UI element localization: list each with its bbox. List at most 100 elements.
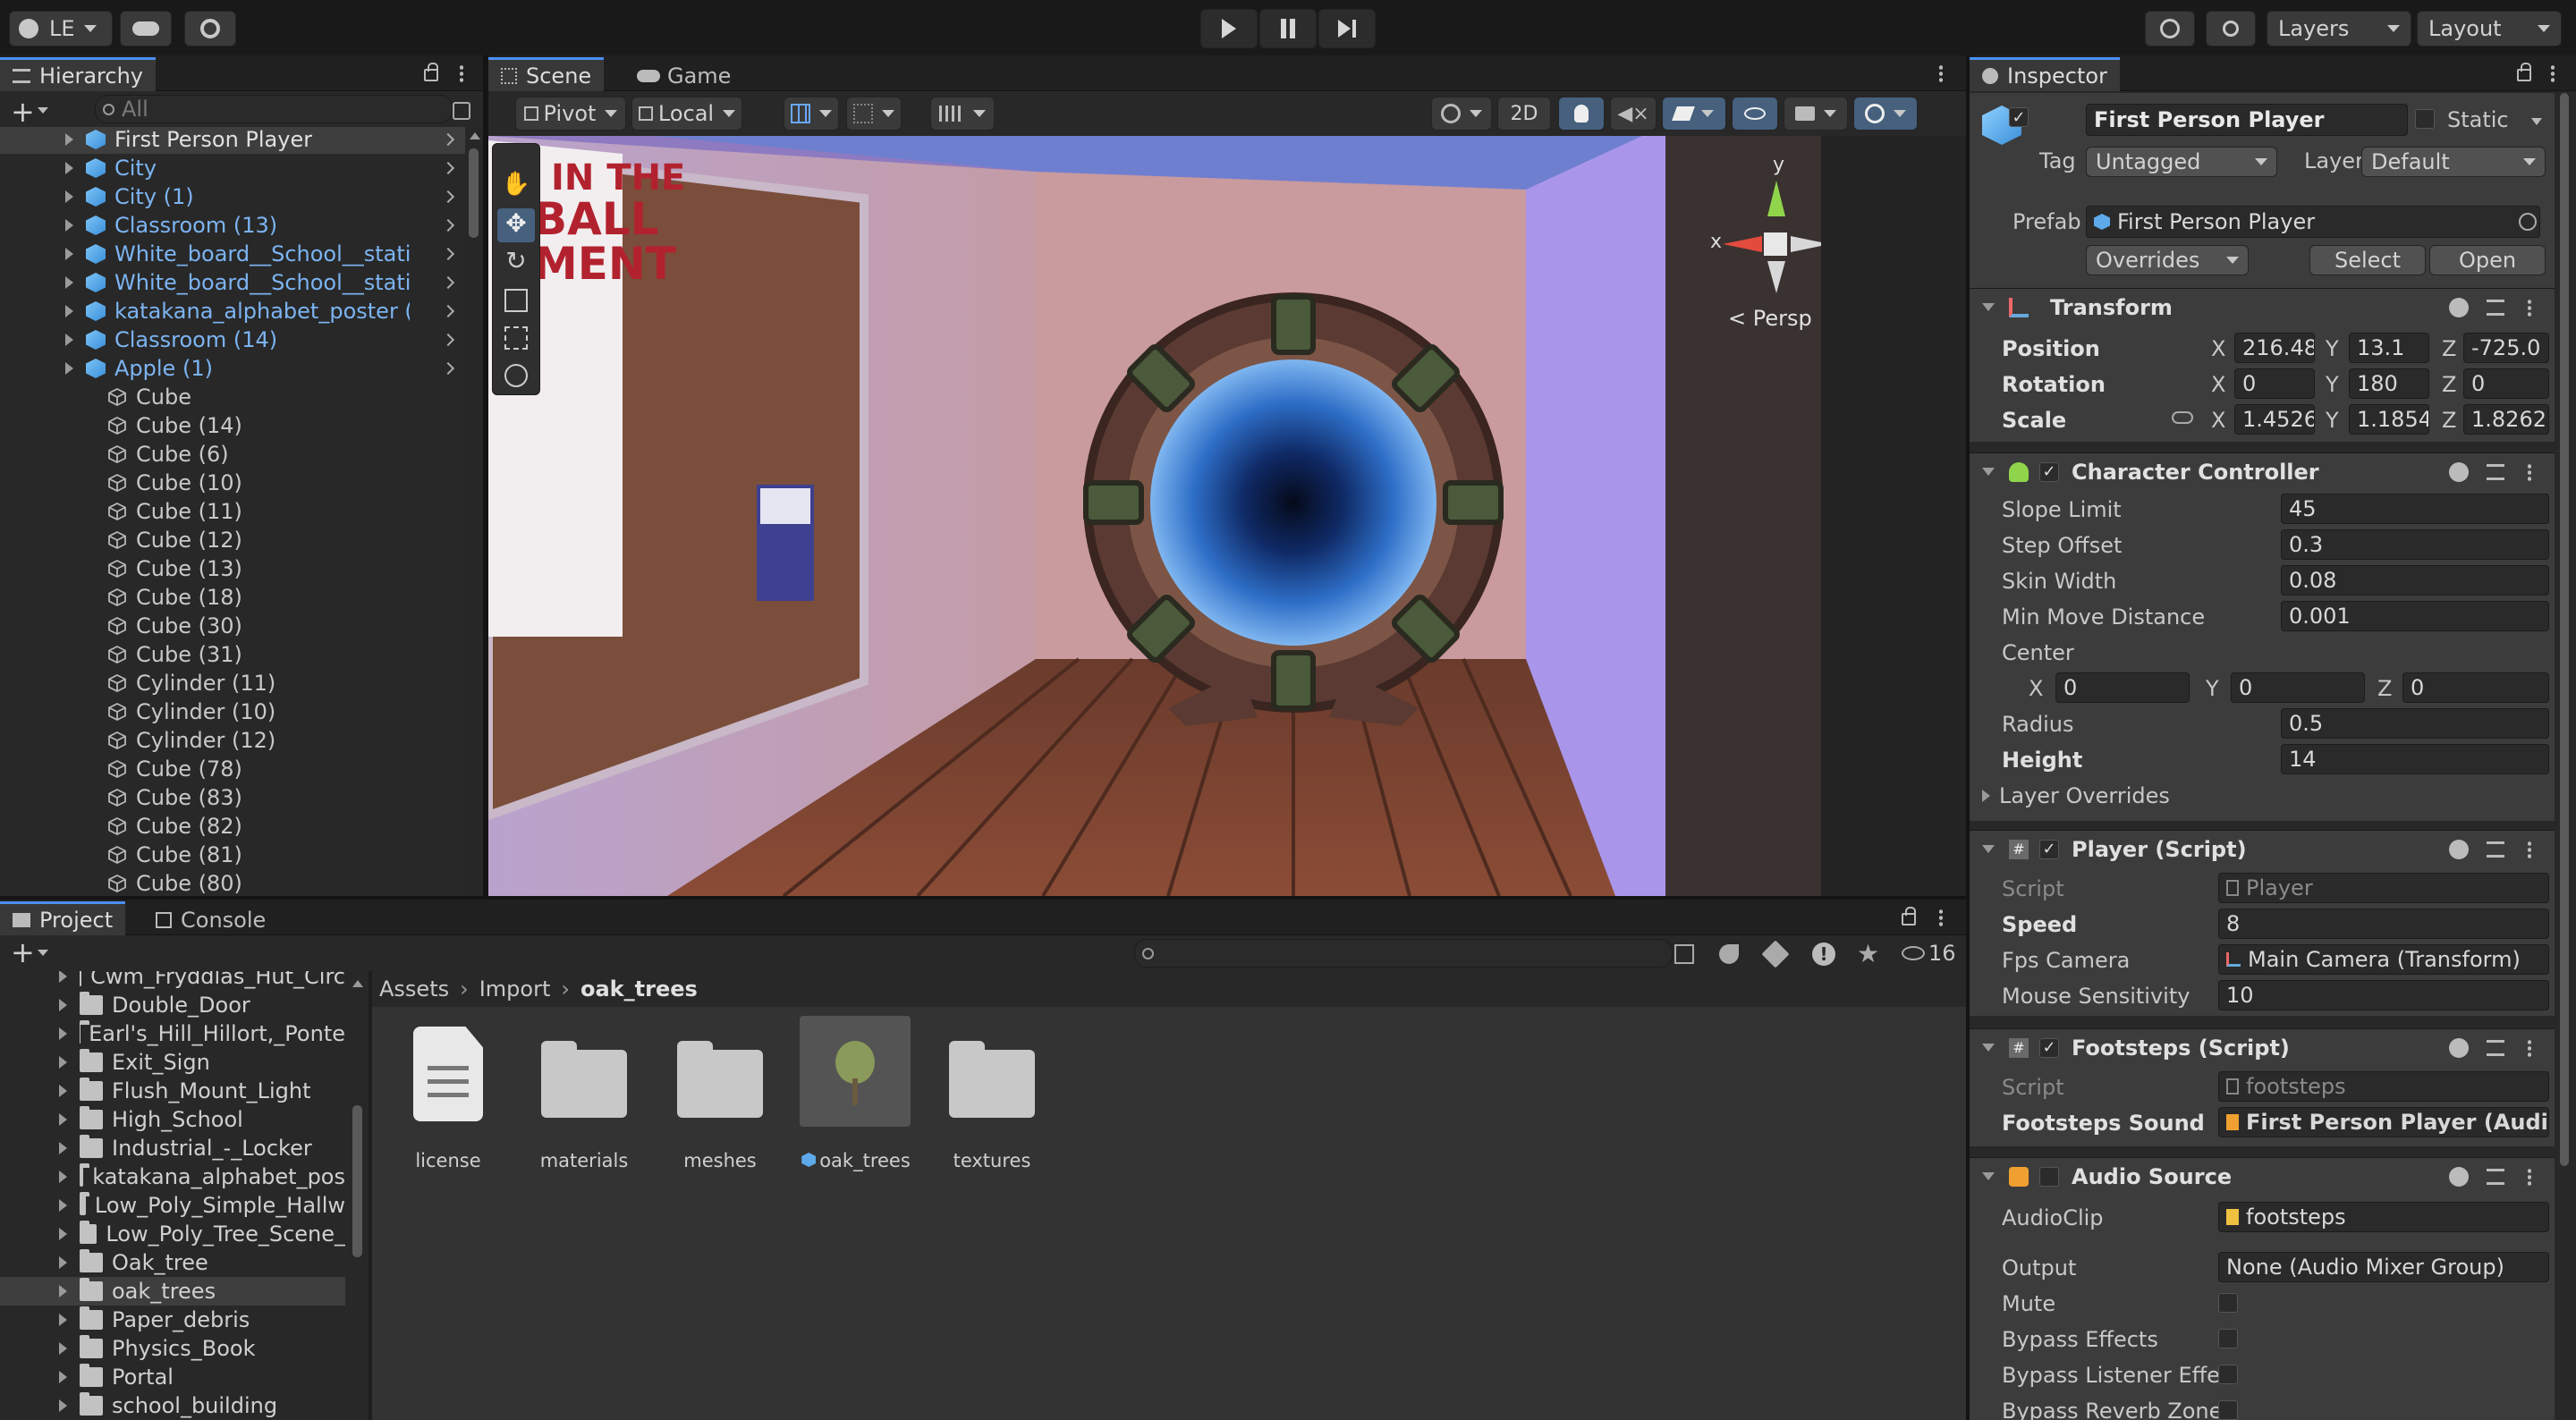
expand-arrow-icon[interactable] [59,1285,67,1297]
hierarchy-item[interactable]: Cube (10) [0,469,465,497]
audio-source-header[interactable]: Audio Source [1970,1157,2555,1195]
open-button[interactable]: Open [2429,245,2546,275]
audio-toggle[interactable]: ◀× [1610,97,1657,131]
hierarchy-item[interactable]: Cube (6) [0,440,465,469]
breadcrumb-assets[interactable]: Assets [379,976,449,1002]
pause-button[interactable] [1259,9,1317,48]
chevron-right-icon[interactable] [441,161,455,175]
project-tree-scrollbar[interactable] [349,971,367,1420]
scrollbar-thumb[interactable] [352,1105,362,1257]
expand-arrow-icon[interactable] [59,1056,67,1069]
presets-icon[interactable] [2487,300,2504,316]
scrollbar-thumb[interactable] [469,148,479,238]
project-folder-item[interactable]: Physics_Book [0,1334,345,1363]
audioclip-field[interactable]: footsteps [2218,1202,2549,1232]
chevron-right-icon[interactable] [441,132,455,147]
tab-game[interactable]: Game [624,57,743,91]
player-script-header[interactable]: # ✓ Player (Script) [1970,830,2555,867]
hierarchy-item[interactable]: City [0,154,465,182]
center-y-field[interactable]: 0 [2231,672,2365,703]
presets-icon[interactable] [2487,1040,2504,1056]
ruler-dropdown[interactable] [930,97,995,131]
footsteps-script-header[interactable]: # ✓ Footsteps (Script) [1970,1028,2555,1066]
project-folder-item[interactable]: Flush_Mount_Light [0,1077,345,1105]
scale-y-field[interactable]: 1.1854 [2349,404,2429,435]
tab-inspector[interactable]: Inspector [1970,57,2120,91]
hierarchy-item[interactable]: katakana_alphabet_poster (1) [0,297,465,325]
hierarchy-item[interactable]: Cylinder (11) [0,669,465,697]
expand-arrow-icon[interactable] [65,305,73,317]
rotation-z-field[interactable]: 0 [2463,368,2549,399]
active-checkbox[interactable]: ✓ [2009,107,2029,127]
character-controller-header[interactable]: ✓ Character Controller [1970,452,2555,490]
hierarchy-item[interactable]: Cube (30) [0,612,465,640]
hierarchy-item[interactable]: Cube [0,383,465,411]
project-search-input[interactable] [1134,939,1673,968]
cc-row-field[interactable]: 45 [2281,494,2549,524]
scroll-up-icon[interactable] [470,132,480,139]
create-plus-icon[interactable]: + [11,95,35,129]
account-dropdown[interactable]: LE [9,11,113,46]
scale-z-field[interactable]: 1.8262 [2463,404,2549,435]
presets-icon[interactable] [2487,841,2504,858]
mute-checkbox[interactable] [2218,1293,2238,1313]
speed-field[interactable]: 8 [2218,909,2549,939]
transform-tool[interactable] [504,364,528,387]
inspector-lock-icon[interactable] [2517,63,2531,81]
project-folder-item[interactable]: oak_trees [0,1277,345,1306]
object-picker-icon[interactable] [2519,213,2537,231]
bypass-listener-checkbox[interactable] [2218,1365,2238,1384]
player-script-enabled-checkbox[interactable]: ✓ [2039,839,2059,859]
expand-arrow-icon[interactable] [65,334,73,346]
layer-dropdown[interactable]: Default [2361,147,2546,177]
2d-toggle[interactable]: 2D [1497,97,1551,131]
mouse-sensitivity-field[interactable]: 10 [2218,980,2549,1010]
hierarchy-item[interactable]: Classroom (14) [0,325,465,354]
hierarchy-item[interactable]: White_board__School__stati [0,268,465,297]
tab-console[interactable]: Console [143,901,278,935]
help-icon[interactable] [2449,462,2469,482]
tab-hierarchy[interactable]: Hierarchy [0,57,157,91]
footsteps-script-enabled-checkbox[interactable]: ✓ [2039,1037,2059,1058]
character-controller-enabled-checkbox[interactable]: ✓ [2039,461,2059,482]
inspector-scrollbar[interactable] [2556,93,2572,1166]
help-icon[interactable] [2449,1167,2469,1187]
foldout-arrow-icon[interactable] [1982,468,1995,476]
rotation-x-field[interactable]: 0 [2234,368,2315,399]
expand-arrow-icon[interactable] [59,999,67,1011]
chevron-right-icon[interactable] [441,361,455,376]
move-tool[interactable]: ✥ [497,208,535,242]
lighting-toggle[interactable] [1558,97,1605,131]
scale-x-field[interactable]: 1.4526 [2234,404,2315,435]
presets-icon[interactable] [2487,1169,2504,1185]
camera-dropdown[interactable] [1784,97,1848,131]
gizmos-dropdown[interactable] [1853,97,1918,131]
hierarchy-item[interactable]: Cube (83) [0,783,465,812]
warning-filter-icon[interactable]: ! [1812,942,1835,966]
hierarchy-item[interactable]: City (1) [0,182,465,211]
hierarchy-item[interactable]: Apple (1) [0,354,465,383]
position-x-field[interactable]: 216.48 [2234,333,2315,363]
height-field[interactable]: 14 [2281,744,2549,774]
project-folder-item[interactable]: Low_Poly_Simple_Hallw [0,1191,345,1220]
expand-arrow-icon[interactable] [59,1399,67,1412]
component-menu-icon[interactable] [2528,463,2531,481]
tag-dropdown[interactable]: Untagged [2086,147,2277,177]
chevron-right-icon[interactable] [441,218,455,232]
chevron-right-icon[interactable] [441,333,455,347]
asset-textures[interactable]: textures [925,1016,1059,1171]
asset-license[interactable]: license [381,1016,515,1171]
project-folder-item[interactable]: Earl's_Hill_Hillort,_Ponte [0,1019,345,1048]
project-folder-item[interactable]: Paper_debris [0,1306,345,1334]
favorite-icon[interactable]: ★ [1857,939,1879,968]
draw-mode-dropdown[interactable] [1431,97,1492,131]
hierarchy-item[interactable]: Classroom (13) [0,211,465,240]
footsteps-sound-field[interactable]: First Person Player (Audi [2218,1107,2549,1137]
filter-label-icon[interactable] [1761,940,1790,968]
radius-field[interactable]: 0.5 [2281,708,2549,739]
project-folder-item[interactable]: katakana_alphabet_pos [0,1162,345,1191]
help-icon[interactable] [2449,1038,2469,1058]
persp-label[interactable]: < Persp [1728,306,1812,331]
search-button[interactable] [2206,11,2256,46]
hierarchy-item[interactable]: Cube (31) [0,640,465,669]
